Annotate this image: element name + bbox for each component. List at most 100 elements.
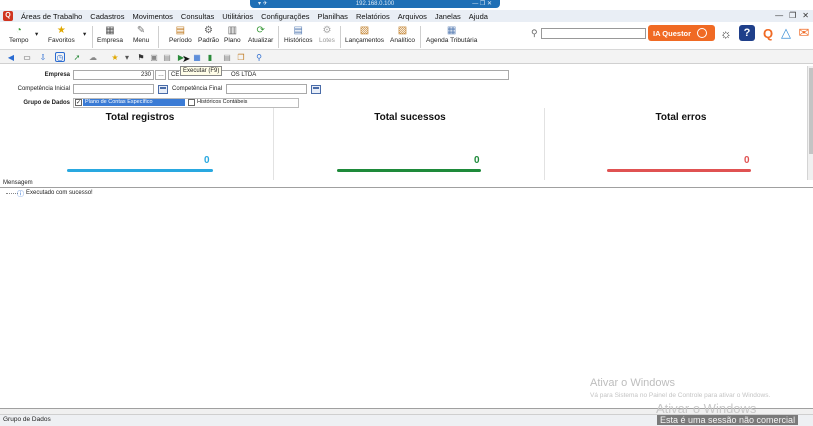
favoritos-dropdown-icon[interactable]: ▾ [83,30,86,38]
separator [420,26,421,48]
atualizar-button[interactable]: ⟳ Atualizar [248,24,274,45]
tempo-button[interactable]: ◔ Tempo [9,24,29,45]
competencia-inicial-label: Competência Inicial [17,86,70,92]
menu-configuracoes[interactable]: Configurações [257,12,313,21]
refresh-icon: ⟳ [256,24,265,36]
restore-icon[interactable]: ❐ [789,11,796,20]
download-icon[interactable]: ⇩ [38,52,48,62]
connection-bar[interactable]: ▾ ✈ 192.168.0.100 — ❐ ✕ [250,0,500,8]
ia-icon [697,28,708,38]
separator [278,26,279,48]
menu-utilitarios[interactable]: Utilitários [218,12,257,21]
message-log[interactable]: ⓘ Executado com sucesso! [0,187,813,409]
mail-icon[interactable]: ✉ [796,25,812,41]
padrao-icon: ⚙ [204,24,213,36]
close-icon[interactable]: ✕ [802,11,809,20]
flag-icon[interactable]: ⚑ [136,52,146,62]
app-logo-icon[interactable]: Q [3,11,13,21]
competencia-inicial-input[interactable] [73,84,154,94]
empresa-button[interactable]: ▦ Empresa [97,24,123,45]
cloud-icon[interactable]: ☁ [88,52,98,62]
menu-label: Menu [133,37,150,44]
activation-watermark-title-2: Ativar o Windows [656,401,757,416]
grid-icon[interactable]: ▦ [192,52,202,62]
ledger-icon: ▧ [359,24,370,36]
menu-areas-de-trabalho[interactable]: Áreas de Trabalho [17,12,86,21]
menu-planilhas[interactable]: Planilhas [314,12,352,21]
window-controls-icon[interactable]: — ❐ ✕ [472,0,492,8]
stat-bar [607,169,751,172]
chart-icon[interactable]: ▮ [205,52,215,62]
menu-janelas[interactable]: Janelas [431,12,465,21]
lancamentos-button[interactable]: ▧ Lançamentos [345,24,384,45]
report-icon[interactable]: ▤ [222,52,232,62]
print-icon[interactable]: ▣ [149,52,159,62]
mensagem-label: Mensagem [3,180,33,186]
vertical-scrollbar[interactable] [807,66,813,180]
menu-relatorios[interactable]: Relatórios [352,12,394,21]
window-buttons: — ❐ ✕ [775,11,809,20]
message-line[interactable]: Executado com sucesso! [26,190,93,196]
stat-value: 0 [744,155,750,166]
calendar-final-icon[interactable] [311,85,321,94]
export-icon[interactable]: ▤ [162,52,172,62]
competencia-final-input[interactable] [226,84,307,94]
noncommercial-banner: Esta é uma sessão não comercial [657,415,799,425]
scroll-thumb[interactable] [809,68,813,154]
calendar-inicial-icon[interactable] [158,85,168,94]
competencia-final-label: Competência Final [172,86,223,92]
execute-tooltip: Executar (F9) [180,66,223,76]
analitico-button[interactable]: ▧ Analítico [390,24,415,45]
historicos-button[interactable]: ▤ Históricos [284,24,313,45]
star-dropdown-icon[interactable]: ▾ [122,52,132,62]
stat-bar [67,169,213,172]
menu-consultas[interactable]: Consultas [177,12,218,21]
agenda-tributaria-button[interactable]: ▦ Agenda Tributária [426,24,478,45]
stat-title: Total registros [105,112,175,123]
favorite-star-icon[interactable]: ★ [110,52,120,62]
atualizar-label: Atualizar [248,37,274,44]
empresa-lookup-button[interactable]: … [155,70,166,80]
host-address: 192.168.0.100 [355,1,395,7]
favoritos-button[interactable]: ★ Favoritos [48,24,75,45]
questor-q-icon[interactable]: Q [760,25,776,41]
zoom-icon[interactable]: ⚲ [254,52,264,62]
grupo-dados-label: Grupo de Dados [23,100,70,106]
lotes-button[interactable]: ⚙ Lotes [319,24,335,45]
help-icon[interactable]: ? [739,25,755,41]
search-icon: ⚲ [531,28,538,38]
ia-questor-label: IA Questor [653,28,692,38]
menu-ajuda[interactable]: Ajuda [465,12,492,21]
menu-cadastros[interactable]: Cadastros [86,12,128,21]
periodo-button[interactable]: ▤ Período [169,24,192,45]
menu-arquivos[interactable]: Arquivos [394,12,431,21]
menu-icon: ✎ [136,24,146,36]
filter-form: Empresa 230 … CE OS LTDA Competência Ini… [0,65,813,110]
status-text: Grupo de Dados [3,416,51,423]
padrao-button[interactable]: ⚙ Padrão [198,24,219,45]
brightness-icon[interactable]: ☼ [718,25,734,41]
minimize-icon[interactable]: — [775,11,783,20]
empresa-code-input[interactable]: 230 [73,70,154,80]
search-input[interactable] [541,28,646,39]
agenda-label: Agenda Tributária [426,37,478,44]
plano-label: Plano [224,37,241,44]
divider [544,108,545,180]
divider [273,108,274,180]
plano-button[interactable]: ▥ Plano [224,24,241,45]
clock-action-icon[interactable]: ◷ [55,52,65,62]
ia-questor-button[interactable]: IA Questor [648,25,715,41]
menu-button[interactable]: ✎ Menu [133,24,150,45]
window-icon[interactable]: ▭ [22,52,32,62]
pin-icon[interactable]: ▾ ✈ [258,0,268,8]
run-icon[interactable]: ➚ [72,52,82,62]
copy-icon[interactable]: ❐ [236,52,246,62]
menu-movimentos[interactable]: Movimentos [128,12,176,21]
stat-value: 0 [474,155,480,166]
tempo-dropdown-icon[interactable]: ▾ [35,30,38,38]
analytics-icon: ▧ [397,24,408,36]
tempo-label: Tempo [9,37,29,44]
alert-icon[interactable]: △ [778,25,794,41]
activation-watermark-title: Ativar o Windows [590,377,675,389]
back-icon[interactable]: ◀ [6,52,16,62]
